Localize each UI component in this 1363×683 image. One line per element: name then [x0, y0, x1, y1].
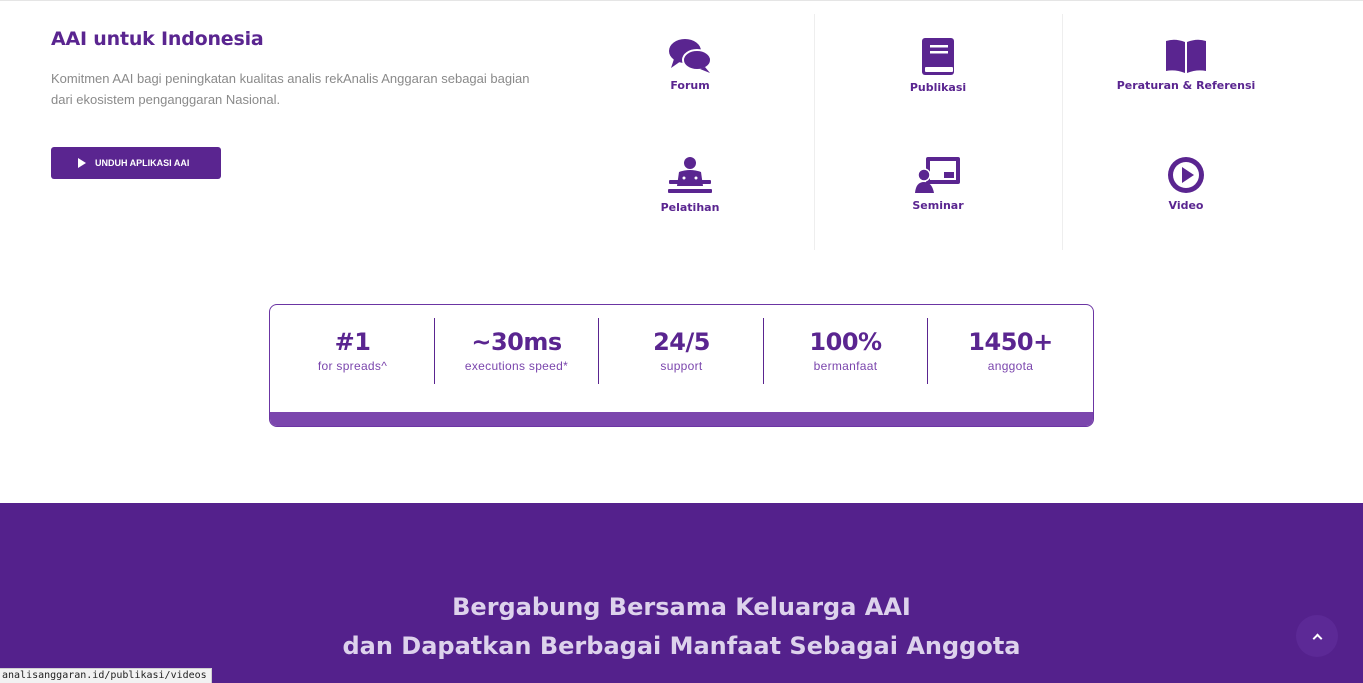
stat-value: 24/5	[653, 328, 710, 356]
intro-description: Komitmen AAI bagi peningkatan kualitas a…	[51, 71, 530, 107]
stat-label: anggota	[987, 359, 1034, 373]
join-heading-line2: dan Dapatkan Berbagai Manfaat Sebagai An…	[342, 632, 1021, 660]
open-book-icon	[1166, 39, 1206, 73]
stat-rank: #1 for spreads^	[270, 305, 435, 413]
top-divider	[0, 0, 1363, 2]
feature-pelatihan[interactable]: Pelatihan	[566, 132, 814, 250]
stat-speed: ~30ms executions speed*	[434, 305, 599, 413]
stat-label: bermanfaat	[813, 359, 878, 373]
play-circle-icon	[1168, 157, 1204, 193]
stat-benefit: 100% bermanfaat	[763, 305, 928, 413]
intro-section: AAI untuk Indonesia Komitmen AAI bagi pe…	[51, 28, 541, 110]
feature-label: Pelatihan	[660, 201, 720, 214]
stat-value: #1	[334, 328, 371, 356]
feature-label: Peraturan & Referensi	[1116, 79, 1256, 92]
play-icon	[78, 158, 86, 168]
stat-members: 1450+ anggota	[928, 305, 1093, 413]
feature-publikasi[interactable]: Publikasi	[814, 14, 1062, 132]
download-app-label: UNDUH APLIKASI AAI	[95, 158, 190, 168]
download-app-button[interactable]: UNDUH APLIKASI AAI	[51, 147, 221, 179]
stats-card: #1 for spreads^ ~30ms executions speed* …	[269, 304, 1094, 427]
stat-value: ~30ms	[471, 328, 562, 356]
feature-seminar[interactable]: Seminar	[814, 132, 1062, 250]
feature-label: Seminar	[912, 199, 964, 212]
stat-label: executions speed*	[464, 359, 569, 373]
stat-label: support	[660, 359, 703, 373]
join-section: Bergabung Bersama Keluarga AAI dan Dapat…	[0, 503, 1363, 683]
comments-icon	[669, 39, 712, 73]
intro-title: AAI untuk Indonesia	[51, 28, 264, 50]
scroll-to-top-button[interactable]	[1296, 615, 1338, 657]
stats-bottom-bar	[270, 412, 1093, 426]
presentation-icon	[915, 157, 960, 193]
stat-value: 100%	[809, 328, 882, 356]
chevron-up-icon	[1312, 633, 1322, 643]
feature-peraturan-referensi[interactable]: Peraturan & Referensi	[1062, 14, 1310, 132]
feature-forum[interactable]: Forum	[566, 14, 814, 132]
trainer-icon	[668, 157, 712, 193]
feature-video[interactable]: Video	[1062, 132, 1310, 250]
stat-label: for spreads^	[317, 359, 388, 373]
book-icon	[922, 38, 954, 75]
status-bar-url: analisanggaran.id/publikasi/videos	[0, 668, 212, 683]
stat-value: 1450+	[968, 328, 1053, 356]
stat-support: 24/5 support	[599, 305, 764, 413]
feature-grid: Forum Publikasi Peraturan & Referensi Pe…	[566, 14, 1311, 250]
feature-label: Forum	[670, 79, 710, 92]
join-heading-line1: Bergabung Bersama Keluarga AAI	[452, 593, 911, 621]
feature-label: Video	[1168, 199, 1204, 212]
feature-label: Publikasi	[909, 81, 967, 94]
